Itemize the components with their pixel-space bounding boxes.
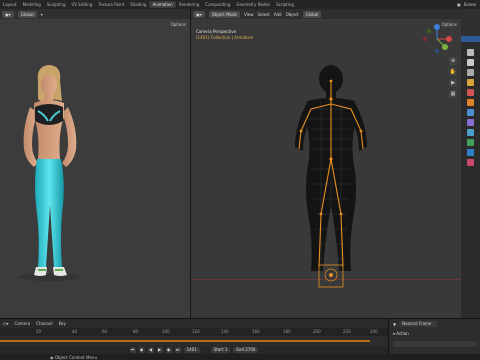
- end-value: 2700: [245, 347, 256, 352]
- right-viewport[interactable]: ▣▾ Object Mode View Select Add Object Gl…: [191, 9, 461, 318]
- scene-label: Scene: [463, 2, 476, 7]
- pan-hand-icon[interactable]: ✋: [449, 68, 457, 76]
- ruler-tick: 140: [221, 329, 229, 334]
- next-keyframe-icon[interactable]: ◆: [165, 347, 172, 353]
- constraints-tab-icon[interactable]: [467, 139, 474, 146]
- ruler-tick: 240: [370, 329, 378, 334]
- ruler-tick: 20: [36, 329, 42, 334]
- keyframe-filter-icon[interactable]: ▼: [393, 322, 396, 327]
- action-section-header[interactable]: ▾ Action: [393, 331, 409, 336]
- outliner-active-row[interactable]: [461, 36, 480, 42]
- left-viewport[interactable]: ▣▾ Global ⌖ Options: [0, 9, 190, 318]
- frame-range-bar: [0, 340, 370, 342]
- mouse-icon: ◉: [50, 355, 54, 360]
- ruler-tick: 120: [192, 329, 200, 334]
- jump-start-icon[interactable]: ⏮: [129, 347, 136, 353]
- zoom-icon[interactable]: ⊕: [449, 57, 457, 65]
- play-icon[interactable]: ▶: [156, 347, 163, 353]
- tool-tab-icon[interactable]: [467, 49, 474, 56]
- keying-row: ▼ Nearest Frame: [393, 321, 438, 327]
- ruler-tick: 200: [313, 329, 321, 334]
- timeline-menu-channel[interactable]: Channel: [36, 321, 52, 326]
- timeline-track-area[interactable]: [0, 336, 388, 346]
- playback-controls: ⏮ ◆ ◀ ▶ ◆ ⏭ 1401 Start 1 End 2700: [0, 346, 388, 354]
- jump-end-icon[interactable]: ⏭: [174, 347, 181, 353]
- particles-tab-icon[interactable]: [467, 119, 474, 126]
- keying-dropdown[interactable]: Nearest Frame: [399, 321, 438, 327]
- material-tab-icon[interactable]: [467, 159, 474, 166]
- workspace-tab-shading[interactable]: Shading: [127, 1, 149, 8]
- action-datablock-field[interactable]: [393, 341, 477, 347]
- camera-view-icon[interactable]: ▶: [449, 79, 457, 87]
- workspace-tab-geometry-nodes[interactable]: Geometry Nodes: [233, 1, 273, 8]
- scene-icon: ▣: [457, 2, 461, 7]
- prev-keyframe-icon[interactable]: ◆: [138, 347, 145, 353]
- end-frame-field[interactable]: End 2700: [233, 347, 259, 353]
- data-tab-icon[interactable]: [467, 149, 474, 156]
- workspace-tab-animation[interactable]: Animation: [149, 1, 176, 8]
- timeline-menu-camera[interactable]: Camera: [15, 321, 31, 326]
- properties-editor-strip: [461, 9, 480, 318]
- scene-tab-icon[interactable]: [467, 79, 474, 86]
- ruler-tick: 100: [162, 329, 170, 334]
- ruler-tick: 40: [72, 329, 78, 334]
- viewport-navigation-tools: ⊕ ✋ ▶ ▦: [449, 57, 457, 98]
- grid-ortho-icon[interactable]: ▦: [449, 90, 457, 98]
- ruler-tick: 160: [252, 329, 260, 334]
- action-section-label: Action: [396, 331, 409, 336]
- workspace-tab-scripting[interactable]: Scripting: [273, 1, 297, 8]
- end-label: End: [236, 347, 244, 352]
- ruler-tick: 80: [133, 329, 139, 334]
- workspace-tab-rendering[interactable]: Rendering: [176, 1, 202, 8]
- rendered-character-image: [18, 65, 82, 281]
- physics-tab-icon[interactable]: [467, 129, 474, 136]
- output-tab-icon[interactable]: [467, 69, 474, 76]
- object-tab-icon[interactable]: [467, 99, 474, 106]
- workspace-bar: Layout Modeling Sculpting UV Editing Tex…: [0, 0, 480, 9]
- timeline-editor-type-icon[interactable]: ◷▾: [3, 321, 9, 326]
- play-reverse-icon[interactable]: ◀: [147, 347, 154, 353]
- timeline-ruler[interactable]: 20 40 60 80 100 120 140 160 180 200 220 …: [0, 328, 388, 336]
- ruler-tick: 180: [283, 329, 291, 334]
- current-frame-field[interactable]: 1401: [183, 347, 200, 353]
- start-value: 1: [224, 347, 228, 352]
- status-bar: ◉ Object Context Menu: [0, 354, 480, 360]
- timeline-header: ◷▾ Camera Channel Key: [0, 319, 388, 328]
- scene-selector[interactable]: ▣ Scene: [457, 2, 480, 7]
- render-tab-icon[interactable]: [467, 59, 474, 66]
- workspace-tab-compositing[interactable]: Compositing: [202, 1, 233, 8]
- workspace-tab-texture-paint[interactable]: Texture Paint: [95, 1, 127, 8]
- properties-tabs: [467, 49, 476, 166]
- timeline-editor: ◷▾ Camera Channel Key 20 40 60 80 100 12…: [0, 318, 480, 360]
- workspace-tab-uv-editing[interactable]: UV Editing: [69, 1, 96, 8]
- world-tab-icon[interactable]: [467, 89, 474, 96]
- status-text: Object Context Menu: [54, 355, 98, 360]
- action-panel: ▼ Nearest Frame ▾ Action: [388, 319, 480, 354]
- ruler-tick: 220: [343, 329, 351, 334]
- workspace-tab-modeling[interactable]: Modeling: [20, 1, 44, 8]
- workspace-tab-layout[interactable]: Layout: [0, 1, 20, 8]
- start-frame-field[interactable]: Start 1: [210, 347, 231, 353]
- start-label: Start: [213, 347, 224, 352]
- workspace-tab-sculpting[interactable]: Sculpting: [44, 1, 69, 8]
- ruler-tick: 60: [102, 329, 108, 334]
- timeline-menu-key[interactable]: Key: [59, 321, 66, 326]
- navigation-gizmo[interactable]: [417, 19, 457, 59]
- modifier-tab-icon[interactable]: [467, 109, 474, 116]
